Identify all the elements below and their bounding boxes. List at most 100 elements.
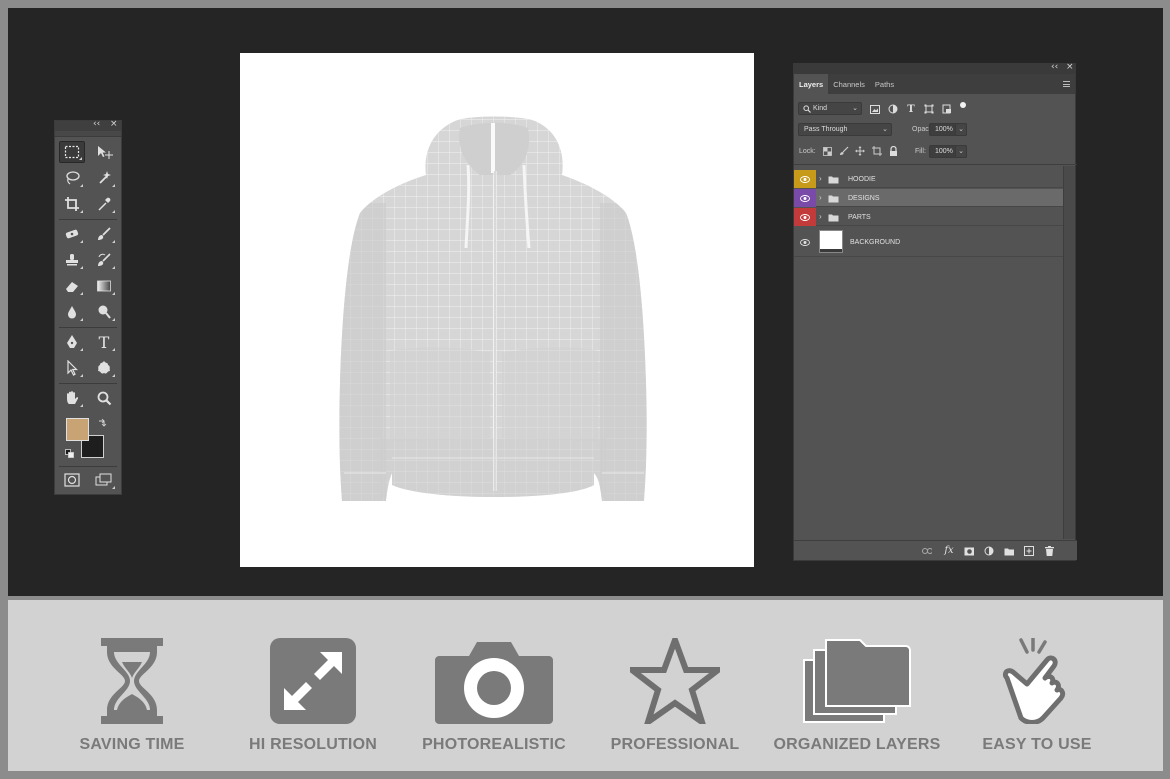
eyedropper-icon [98, 197, 111, 211]
crop-tool[interactable] [59, 193, 85, 215]
dodge-tool[interactable] [91, 301, 117, 323]
pen-tool[interactable] [59, 331, 85, 353]
type-tool[interactable]: T [91, 331, 117, 353]
shape-filter-icon[interactable] [924, 104, 934, 114]
chevron-down-icon: ⌄ [958, 126, 964, 133]
visibility-toggle[interactable] [794, 227, 816, 257]
tab-layers[interactable]: Layers [794, 74, 829, 94]
expand-arrows-icon [270, 638, 356, 724]
quick-mask-icon [64, 473, 80, 487]
eyedropper-tool[interactable] [91, 193, 117, 215]
feature-label: SAVING TIME [79, 736, 185, 753]
chevron-down-icon: ⌄ [882, 126, 888, 133]
tab-paths[interactable]: Paths [870, 74, 899, 94]
tap-hand-icon [1002, 638, 1066, 724]
smart-object-filter-icon[interactable] [942, 104, 952, 114]
blur-tool[interactable] [59, 301, 85, 323]
opacity-slider-button[interactable]: ⌄ [955, 123, 967, 136]
eye-icon [800, 238, 810, 246]
layer-style-fx-icon[interactable]: fx [944, 545, 954, 556]
document-canvas[interactable] [240, 53, 754, 567]
tools-panel-header: ‹‹ × [55, 119, 121, 131]
eraser-tool[interactable] [59, 275, 85, 297]
new-group-icon[interactable] [1004, 546, 1014, 556]
layers-scrollbar[interactable] [1063, 166, 1075, 539]
link-layers-icon[interactable] [922, 546, 932, 556]
spot-healing-tool[interactable] [59, 223, 85, 245]
expand-chevron-icon[interactable]: › [819, 193, 822, 202]
gradient-icon [97, 280, 111, 292]
clone-stamp-tool[interactable] [59, 249, 85, 271]
default-colors-icon[interactable] [65, 446, 75, 458]
layer-row-hoodie[interactable]: › HOODIE [794, 170, 1064, 188]
adjustment-layer-icon[interactable] [984, 546, 994, 556]
layer-thumbnail [819, 230, 843, 253]
adjustment-filter-icon[interactable] [888, 104, 898, 114]
pen-icon [67, 335, 77, 348]
quick-mask-button[interactable] [59, 469, 85, 491]
droplet-icon [68, 306, 76, 319]
feature-photorealistic: PHOTOREALISTIC [404, 600, 584, 771]
visibility-toggle[interactable] [794, 170, 816, 188]
move-tool[interactable] [91, 141, 117, 163]
expand-chevron-icon[interactable]: › [819, 174, 822, 183]
tab-channels[interactable]: Channels [828, 74, 870, 94]
new-layer-icon[interactable] [1024, 546, 1034, 556]
swap-colors-icon[interactable] [97, 415, 107, 427]
brush-tool[interactable] [91, 223, 117, 245]
custom-shape-tool[interactable] [91, 357, 117, 379]
layers-bottom-toolbar: fx [794, 540, 1077, 560]
hand-tool[interactable] [59, 387, 85, 409]
rectangular-marquee-tool[interactable] [59, 141, 85, 163]
delete-layer-icon[interactable] [1044, 546, 1054, 556]
stamp-icon [66, 254, 78, 266]
dodge-icon [98, 305, 111, 319]
expand-chevron-icon[interactable]: › [819, 212, 822, 221]
close-icon[interactable]: × [1066, 62, 1074, 72]
fill-slider-button[interactable]: ⌄ [955, 145, 967, 158]
filter-toggle-icon[interactable] [958, 100, 968, 110]
marquee-icon [64, 145, 80, 159]
lock-artboard-icon[interactable] [872, 146, 882, 156]
panel-grip[interactable] [55, 131, 121, 137]
collapse-icon[interactable]: ‹‹ [1051, 62, 1058, 72]
folder-icon [828, 214, 839, 222]
bandage-icon [65, 229, 79, 239]
lock-position-icon[interactable] [855, 146, 865, 156]
screen-mode-button[interactable] [91, 469, 117, 491]
path-selection-tool[interactable] [59, 357, 85, 379]
layers-panel: ‹‹ × Layers Channels Paths Kind ⌄ T Pass… [793, 62, 1077, 561]
magic-wand-tool[interactable] [91, 167, 117, 189]
crop-icon [65, 197, 79, 211]
magnifier-icon [97, 391, 112, 406]
lock-all-icon[interactable] [888, 146, 898, 156]
layer-row-designs[interactable]: › DESIGNS [794, 189, 1064, 207]
visibility-toggle[interactable] [794, 208, 816, 226]
pixel-filter-icon[interactable] [870, 104, 880, 114]
panel-menu-icon[interactable] [1063, 81, 1070, 87]
type-filter-icon[interactable]: T [906, 104, 916, 115]
foreground-color-swatch[interactable] [66, 418, 89, 441]
close-icon[interactable]: × [110, 119, 118, 129]
arrow-pointer-icon [67, 360, 78, 376]
lasso-tool[interactable] [59, 167, 85, 189]
gradient-tool[interactable] [91, 275, 117, 297]
filter-kind-select[interactable]: Kind ⌄ [798, 102, 862, 115]
lock-image-pixels-icon[interactable] [839, 146, 849, 156]
eye-icon [800, 213, 810, 221]
feature-organized-layers: ORGANIZED LAYERS [767, 600, 947, 771]
zoom-tool[interactable] [91, 387, 117, 409]
move-icon [98, 146, 113, 159]
add-mask-icon[interactable] [964, 546, 974, 556]
visibility-toggle[interactable] [794, 189, 816, 207]
collapse-icon[interactable]: ‹‹ [93, 119, 100, 129]
lock-transparent-pixels-icon[interactable] [822, 146, 832, 156]
lock-label: Lock: [799, 148, 816, 155]
layer-row-parts[interactable]: › PARTS [794, 208, 1064, 226]
feature-label: PROFESSIONAL [610, 736, 740, 753]
layer-row-background[interactable]: BACKGROUND [794, 227, 1064, 257]
history-brush-tool[interactable] [91, 249, 117, 271]
blend-mode-select[interactable]: Pass Through ⌄ [798, 123, 892, 136]
chevron-down-icon: ⌄ [852, 105, 858, 112]
camera-icon [435, 642, 553, 724]
